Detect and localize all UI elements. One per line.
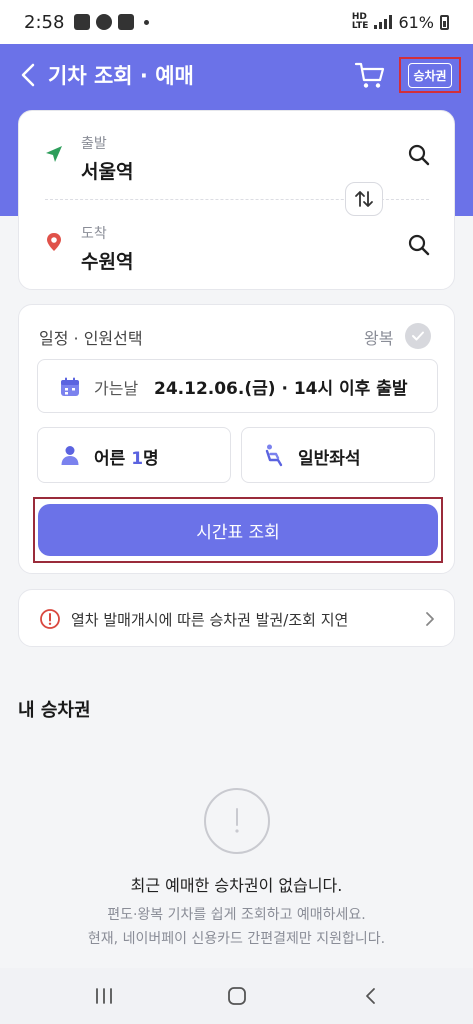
search-button-highlight: 시간표 조회 bbox=[33, 497, 443, 563]
date-label: 가는날 bbox=[94, 379, 139, 398]
chevron-left-icon bbox=[366, 988, 375, 1004]
passenger-selector[interactable]: 어른 1명 bbox=[37, 427, 231, 483]
status-time: 2:58 bbox=[24, 11, 65, 33]
search-icon[interactable] bbox=[407, 143, 431, 167]
back-button[interactable] bbox=[14, 60, 42, 90]
departure-label: 출발 bbox=[81, 136, 107, 152]
battery-percent: 61% bbox=[398, 12, 434, 32]
search-icon[interactable] bbox=[407, 233, 431, 257]
departure-arrow-icon bbox=[46, 146, 62, 162]
timetable-search-button[interactable]: 시간표 조회 bbox=[38, 504, 438, 556]
seat-icon bbox=[265, 444, 283, 467]
my-ticket-button[interactable]: 승차권 bbox=[399, 57, 461, 93]
person-icon bbox=[61, 446, 79, 465]
network-indicator: HD LTE bbox=[351, 12, 369, 31]
round-trip-checkbox[interactable] bbox=[405, 323, 431, 349]
swap-icon bbox=[355, 191, 373, 207]
empty-tickets-title: 최근 예매한 승차권이 없습니다. bbox=[130, 876, 343, 895]
empty-tickets-subtitle-2: 현재, 네이버페이 신용카드 간편결제만 지원합니다. bbox=[87, 931, 386, 947]
notice-banner[interactable]: 열차 발매개시에 따른 승차권 발권/조회 지연 bbox=[18, 589, 455, 647]
swap-stations-button[interactable] bbox=[345, 182, 383, 216]
chevron-right-icon bbox=[426, 612, 434, 626]
cart-icon bbox=[354, 62, 385, 88]
ticket-label: 승차권 bbox=[408, 62, 452, 88]
recent-apps-icon bbox=[96, 988, 112, 1004]
back-nav-button[interactable] bbox=[357, 984, 385, 1008]
cart-button[interactable] bbox=[354, 60, 386, 90]
status-right: HD LTE 61% bbox=[352, 13, 449, 32]
status-bar: 2:58 HD LTE 61% bbox=[0, 0, 473, 44]
signal-icon bbox=[374, 15, 393, 29]
recent-apps-button[interactable] bbox=[90, 984, 118, 1008]
location-pin-icon bbox=[47, 233, 61, 251]
exclamation-icon bbox=[204, 788, 270, 854]
alert-icon bbox=[40, 609, 60, 629]
check-icon bbox=[412, 331, 424, 341]
notification-icons bbox=[74, 14, 150, 30]
empty-tickets-subtitle-1: 편도·왕복 기차를 쉽게 조회하고 예매하세요. bbox=[107, 907, 366, 923]
my-tickets-title: 내 승차권 bbox=[18, 700, 91, 721]
calendar-icon bbox=[61, 377, 79, 396]
departure-station[interactable]: 서울역 bbox=[81, 157, 133, 184]
page-title: 기차 조회 · 예매 bbox=[48, 64, 194, 88]
account-icon bbox=[96, 14, 113, 30]
gallery-icon bbox=[74, 14, 91, 30]
seat-type: 일반좌석 bbox=[298, 449, 361, 469]
app-notification-icon bbox=[118, 14, 135, 30]
notice-text: 열차 발매개시에 따른 승차권 발권/조회 지연 bbox=[71, 611, 349, 629]
arrival-station[interactable]: 수원역 bbox=[81, 247, 133, 274]
home-button[interactable] bbox=[223, 984, 251, 1008]
home-icon bbox=[228, 987, 246, 1005]
more-notifications-icon bbox=[144, 19, 150, 25]
battery-icon bbox=[440, 14, 449, 30]
chevron-left-icon bbox=[21, 63, 35, 87]
station-card: 출발 서울역 도착 수원역 bbox=[18, 110, 455, 290]
passenger-count: 어른 1명 bbox=[94, 449, 159, 469]
schedule-heading: 일정 · 인원선택 bbox=[39, 329, 143, 348]
date-selector[interactable]: 가는날 24.12.06.(금) · 14시 이후 출발 bbox=[37, 359, 438, 413]
seat-type-selector[interactable]: 일반좌석 bbox=[241, 427, 435, 483]
system-nav-bar bbox=[0, 968, 473, 1024]
round-trip-label: 왕복 bbox=[364, 329, 394, 348]
date-value: 24.12.06.(금) · 14시 이후 출발 bbox=[154, 379, 408, 399]
arrival-label: 도착 bbox=[81, 226, 107, 242]
